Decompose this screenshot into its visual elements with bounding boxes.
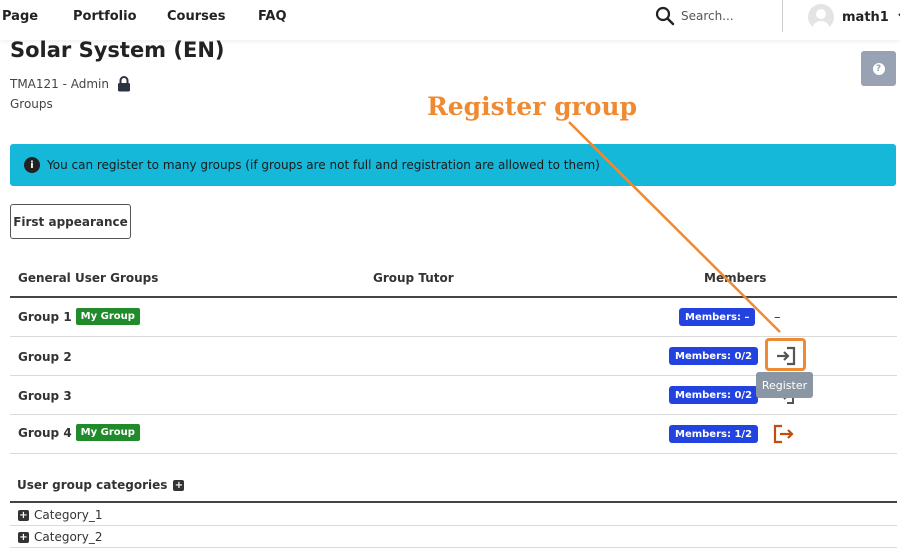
categories-divider xyxy=(10,501,897,503)
category-label: Category_1 xyxy=(34,508,103,522)
category-item[interactable]: + Category_1 xyxy=(18,508,102,522)
category-label: Category_2 xyxy=(34,530,103,544)
expand-icon[interactable]: + xyxy=(18,509,29,521)
expand-icon[interactable]: + xyxy=(173,479,185,491)
expand-icon[interactable]: + xyxy=(18,531,29,543)
categories-header[interactable]: User group categories + xyxy=(17,478,185,492)
row-divider xyxy=(10,525,897,526)
category-item[interactable]: + Category_2 xyxy=(18,530,102,544)
annotation-arrow xyxy=(568,121,781,333)
row-divider xyxy=(10,547,897,548)
categories-title: User group categories xyxy=(17,478,168,492)
